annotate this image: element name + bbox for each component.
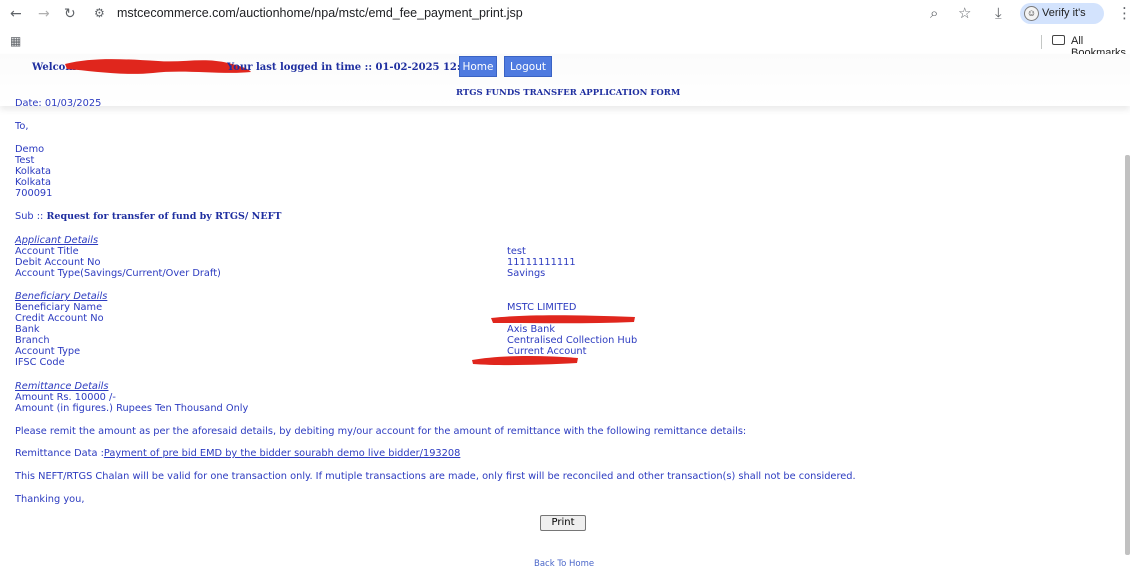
remittance-data-label: Remittance Data : [15, 448, 104, 459]
closing-thanks: Thanking you, [15, 494, 85, 505]
menu-icon[interactable]: ⋮ [1117, 5, 1130, 21]
bookmark-star-icon[interactable]: ☆ [958, 5, 971, 21]
zoom-icon[interactable]: ⌕ [930, 5, 938, 21]
bookmarks-bar: ▦ All Bookmarks [0, 30, 1130, 59]
avatar: ☺ [1024, 6, 1039, 21]
scrollbar[interactable] [1125, 155, 1130, 555]
forward-arrow-icon[interactable]: → [38, 6, 50, 22]
download-icon[interactable]: ⤓ [995, 5, 1002, 21]
last-login-text: Your last logged in time :: 01-02-2025 1… [227, 62, 493, 73]
form-title: RTGS FUNDS TRANSFER APPLICATION FORM [456, 88, 681, 98]
beneficiary-label: IFSC Code [15, 357, 65, 368]
bookmarks-divider [1041, 35, 1042, 49]
letter-date: Date: 01/03/2025 [15, 98, 102, 109]
site-info-icon[interactable]: ⚙ [94, 6, 105, 20]
apps-grid-icon[interactable]: ▦ [10, 34, 21, 48]
letter-to: To, [15, 121, 29, 132]
print-button[interactable]: Print [540, 515, 586, 531]
back-arrow-icon[interactable]: ← [10, 6, 22, 22]
back-to-home-link[interactable]: Back To Home [534, 559, 594, 569]
redaction-mark [491, 315, 635, 324]
browser-toolbar: ← → ↻ ⚙ mstcecommerce.com/auctionhome/np… [0, 0, 1130, 40]
remittance-data-line: Remittance Data :Payment of pre bid EMD … [15, 448, 460, 460]
remittance-data-link[interactable]: Payment of pre bid EMD by the bidder sou… [104, 448, 460, 459]
home-button[interactable]: Home [459, 56, 497, 77]
address-line: 700091 [15, 188, 53, 199]
address-bar[interactable]: mstcecommerce.com/auctionhome/npa/mstc/e… [117, 6, 523, 20]
applicant-label: Account Type(Savings/Current/Over Draft) [15, 268, 221, 279]
verify-profile-button[interactable]: ☺ Verify it's you [1020, 3, 1104, 40]
redaction-mark [472, 355, 578, 366]
reload-icon[interactable]: ↻ [64, 6, 76, 22]
subject-line: Sub :: Request for transfer of fund by R… [15, 211, 281, 223]
subject-text: Request for transfer of fund by RTGS/ NE… [46, 211, 282, 222]
amount-words-text: Amount (in figures.) Rupees Ten Thousand… [15, 403, 249, 414]
redaction-mark [65, 59, 251, 74]
logout-button[interactable]: Logout [504, 56, 552, 77]
subject-prefix: Sub :: [15, 211, 44, 222]
applicant-value: Savings [507, 268, 546, 279]
folder-icon [1052, 35, 1065, 45]
remit-instruction: Please remit the amount as per the afore… [15, 426, 747, 437]
validity-note: This NEFT/RTGS Chalan will be valid for … [15, 471, 856, 482]
